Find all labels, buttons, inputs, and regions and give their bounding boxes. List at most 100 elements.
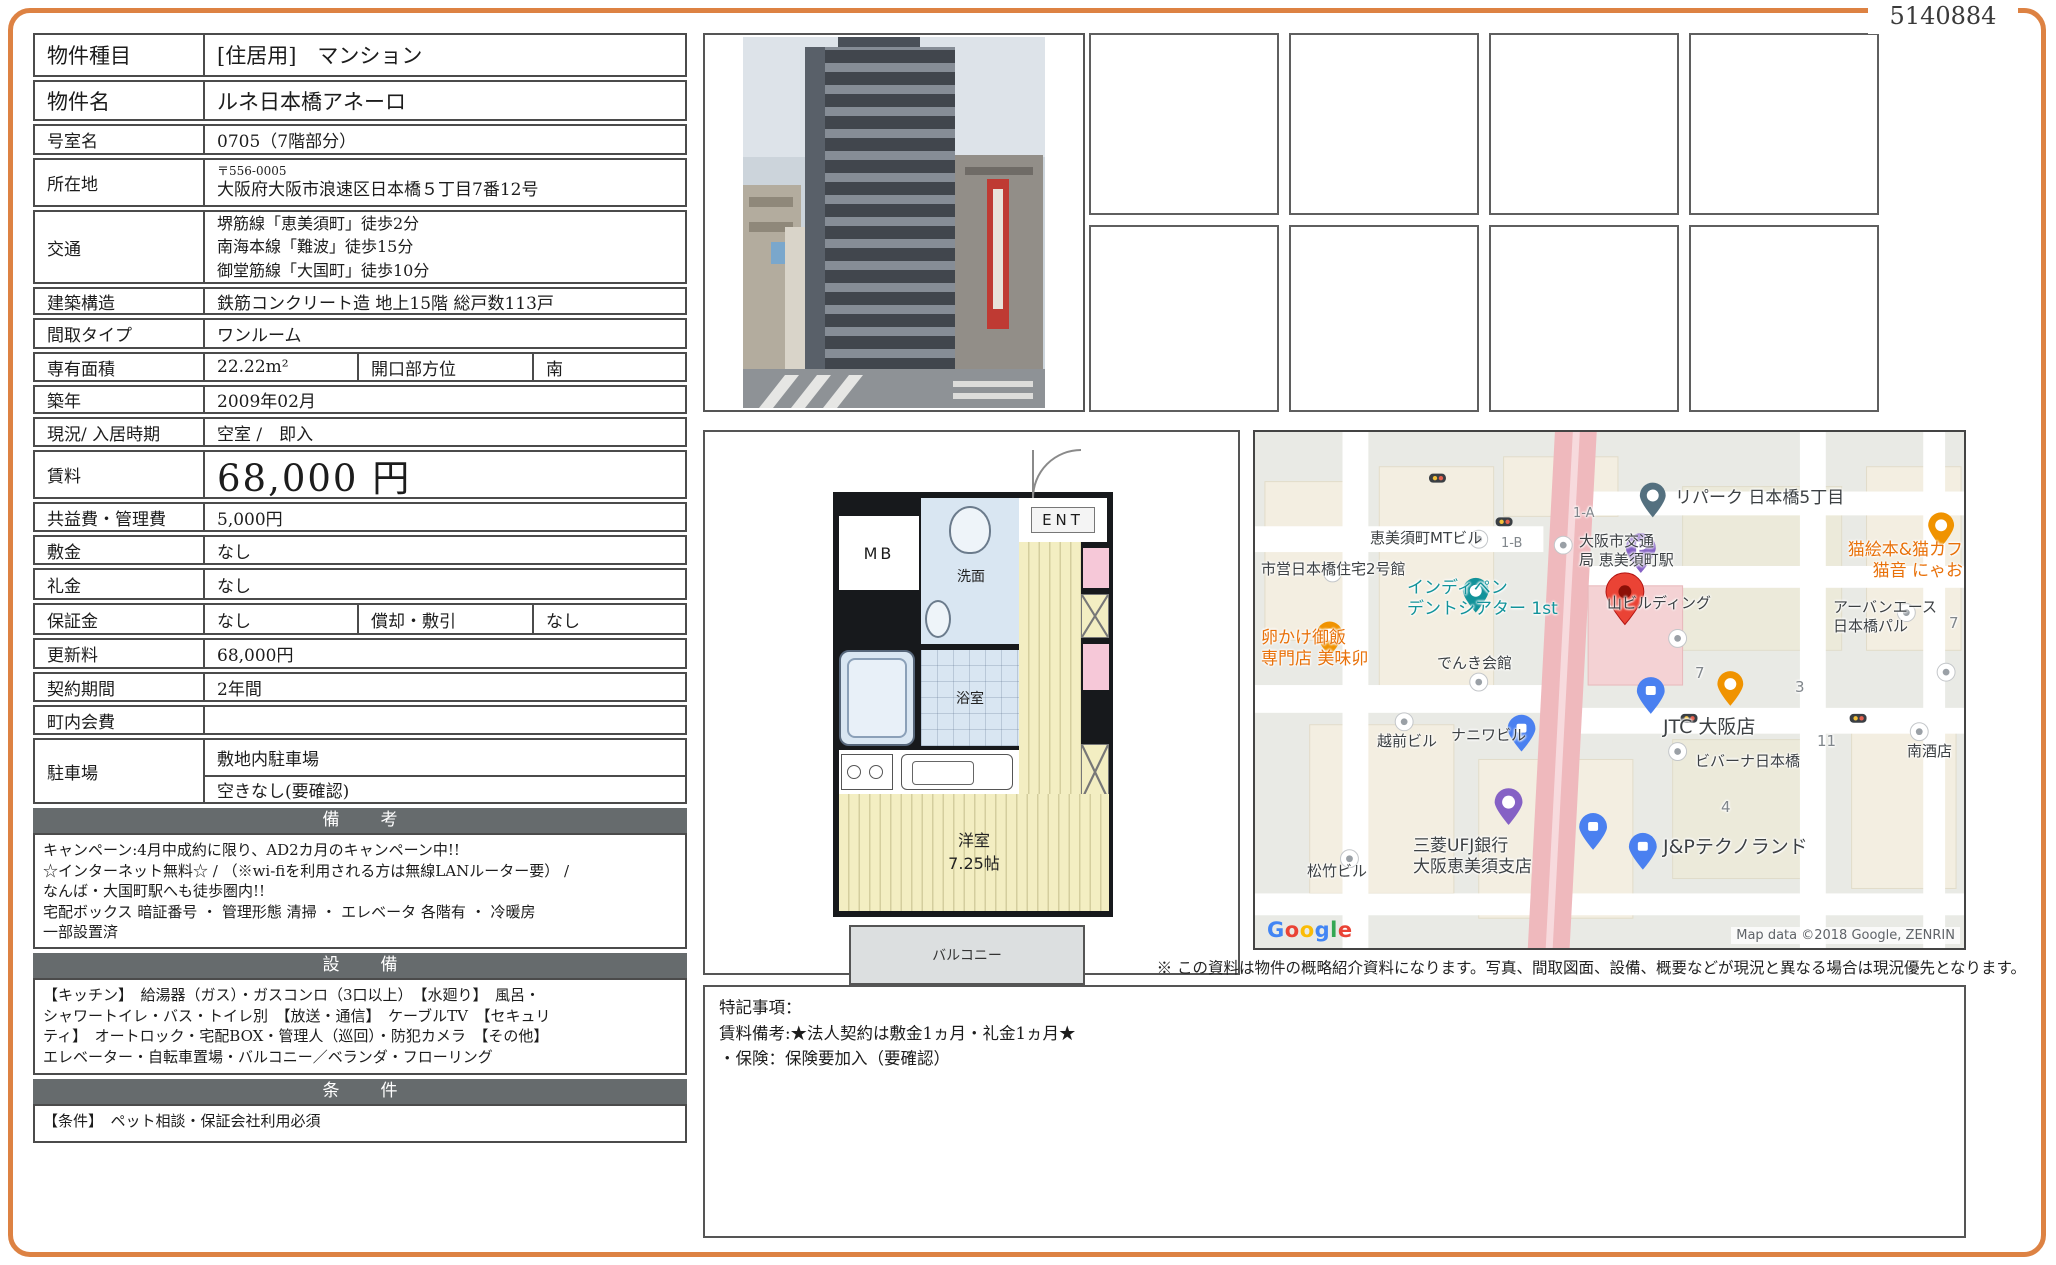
bathroom-label: 浴室: [956, 688, 984, 708]
table-row: 築年 2009年02月: [33, 385, 687, 414]
map-label: 越前ビル: [1377, 732, 1437, 751]
map-label: 恵美須町MTビル: [1370, 529, 1482, 548]
notes-line: なんば・大国町駅へも徒歩圏内!!: [43, 881, 677, 902]
photo-placeholder: [1689, 225, 1879, 412]
map-label: 山ビルディング: [1607, 594, 1711, 613]
transit-line: 御堂筋線「大国町」徒歩10分: [217, 259, 429, 282]
row-value: 2009年02月: [205, 387, 685, 412]
special-notes-line: 賃料備考:★法人契約は敷金1ヵ月・礼金1ヵ月★: [719, 1021, 1950, 1047]
row-value-2: なし: [532, 605, 685, 633]
row-value: 22.22m²: [205, 354, 357, 380]
photo-placeholder: [1089, 33, 1279, 215]
row-label: 間取タイプ: [35, 320, 205, 347]
table-row: 共益費・管理費 5,000円: [33, 502, 687, 532]
map-label: 三菱UFJ銀行 大阪恵美須支店: [1413, 836, 1532, 879]
kitchen: [839, 750, 1019, 794]
map-label: アーバンエース 日本橋パル: [1833, 598, 1937, 636]
map-copyright: Map data ©2018 Google, ZENRIN: [1731, 927, 1960, 944]
parking-values: 敷地内駐車場 空きなし(要確認): [205, 740, 685, 802]
map-label: インディペン デントシアター 1st: [1407, 578, 1558, 621]
map-label: 松竹ビル: [1307, 862, 1367, 881]
table-row-parking: 駐車場 敷地内駐車場 空きなし(要確認): [33, 738, 687, 804]
spec-table: 物件種目 [住居用] マンション 物件名 ルネ日本橋アネーロ 号室名 0705（…: [33, 33, 687, 1143]
row-label: 築年: [35, 387, 205, 412]
table-row: 現況/ 入居時期 空室 / 即入: [33, 417, 687, 447]
section-header-equipment: 設 備: [33, 953, 687, 978]
special-notes-title: 特記事項：: [719, 995, 1950, 1021]
table-row: 交通 堺筋線「恵美須町」徒歩2分 南海本線「難波」徒歩15分 御堂筋線「大国町」…: [33, 210, 687, 284]
equipment-line: エレベーター・自転車置場・バルコニー／ベランダ・フローリング: [43, 1047, 677, 1068]
conditions-section: 【条件】 ペット相談・保証会社利用必須: [33, 1104, 687, 1143]
row-label: 保証金: [35, 605, 205, 633]
notes-section: キャンペーン:4月中成約に限り、AD2カ月のキャンペーン中!! ☆インターネット…: [33, 833, 687, 949]
row-value: ルネ日本橋アネーロ: [205, 82, 685, 119]
row-label: 専有面積: [35, 354, 205, 380]
closet: [1083, 548, 1109, 588]
row-value: [205, 707, 685, 733]
map-label: 3: [1795, 678, 1805, 697]
table-row: 礼金 なし: [33, 568, 687, 600]
map-label: 南酒店: [1907, 742, 1952, 761]
row-label: 町内会費: [35, 707, 205, 733]
table-row: 保証金 なし 償却・敷引 なし: [33, 603, 687, 635]
equipment-line: 【キッチン】 給湯器（ガス）・ガスコンロ（3口以上） 【水廻り】 風呂・: [43, 985, 677, 1006]
row-value: 0705（7階部分）: [205, 126, 685, 153]
building-photo: [743, 37, 1045, 408]
notes-line: ☆インターネット無料☆ / （※wi-fiを利用される方は無線LANルーター要）…: [43, 861, 677, 882]
hallway: [1019, 542, 1081, 794]
toilet-icon: [949, 506, 991, 554]
row-label: 建築構造: [35, 289, 205, 313]
postal-code: 〒556-0005: [217, 164, 287, 180]
map-label: 市営日本橋住宅2号館: [1261, 560, 1406, 579]
special-notes-line: ・保険：保険要加入（要確認）: [719, 1046, 1950, 1072]
row-value: 〒556-0005 大阪府大阪市浪速区日本橋５丁目7番12号: [205, 160, 685, 205]
row-label: 現況/ 入居時期: [35, 419, 205, 445]
map-label: 1-A: [1573, 506, 1595, 522]
table-row: 敷金 なし: [33, 535, 687, 565]
room-size-label: 7.25帖: [948, 853, 1000, 875]
row-label: 更新料: [35, 640, 205, 667]
rent-value: 68,000 円: [205, 452, 685, 497]
map-label: 猫絵本&猫カフ 猫音 にゃお: [1837, 540, 1963, 583]
burner-icon: [847, 765, 861, 779]
row-value: ワンルーム: [205, 320, 685, 347]
row-value: なし: [205, 537, 685, 563]
meter-box: MB: [839, 516, 919, 590]
washroom-label: 洗面: [957, 566, 985, 586]
row-label-2: 償却・敷引: [357, 605, 532, 633]
basin-icon: [925, 600, 951, 638]
bathroom: 浴室: [921, 650, 1019, 746]
row-value: なし: [205, 570, 685, 598]
address: 大阪府大阪市浪速区日本橋５丁目7番12号: [217, 179, 538, 201]
row-value: なし: [205, 605, 357, 633]
row-label: 駐車場: [35, 740, 205, 802]
photo-placeholder: [1089, 225, 1279, 412]
row-value: 空室 / 即入: [205, 419, 685, 445]
transit-line: 南海本線「難波」徒歩15分: [217, 235, 413, 258]
row-label: 共益費・管理費: [35, 504, 205, 530]
parking-line: 敷地内駐車場: [205, 740, 685, 777]
table-row: 更新料 68,000円: [33, 638, 687, 669]
entrance: ENT: [1019, 498, 1107, 542]
map-label: 大阪市交通 局 恵美須町駅: [1579, 532, 1674, 570]
photo-placeholder: [1289, 225, 1479, 412]
disclaimer-text: ※ この資料は物件の概略紹介資料になります。写真、間取図面、設備、概要などが現況…: [1130, 956, 2026, 978]
washroom: 洗面: [921, 498, 1019, 644]
table-row: 物件名 ルネ日本橋アネーロ: [33, 80, 687, 121]
photo-placeholder: [1489, 33, 1679, 215]
shaft-box: [1081, 594, 1109, 638]
table-row: 建築構造 鉄筋コンクリート造 地上15階 総戸数113戸: [33, 287, 687, 315]
map-label: ビバーナ日本橋: [1695, 752, 1800, 771]
map-label: リパーク 日本橋5丁目: [1675, 488, 1844, 509]
table-row: 町内会費: [33, 705, 687, 735]
map-label: 11: [1817, 732, 1836, 751]
map-label: J&Pテクノランド: [1663, 836, 1808, 860]
conditions-line: 【条件】 ペット相談・保証会社利用必須: [43, 1111, 677, 1132]
row-label: 物件名: [35, 82, 205, 119]
row-label-2: 開口部方位: [357, 354, 532, 380]
row-label: 賃料: [35, 452, 205, 497]
section-header-notes: 備 考: [33, 808, 687, 833]
map-label: 1-B: [1501, 536, 1522, 552]
table-row: 間取タイプ ワンルーム: [33, 318, 687, 349]
row-value: 5,000円: [205, 504, 685, 530]
